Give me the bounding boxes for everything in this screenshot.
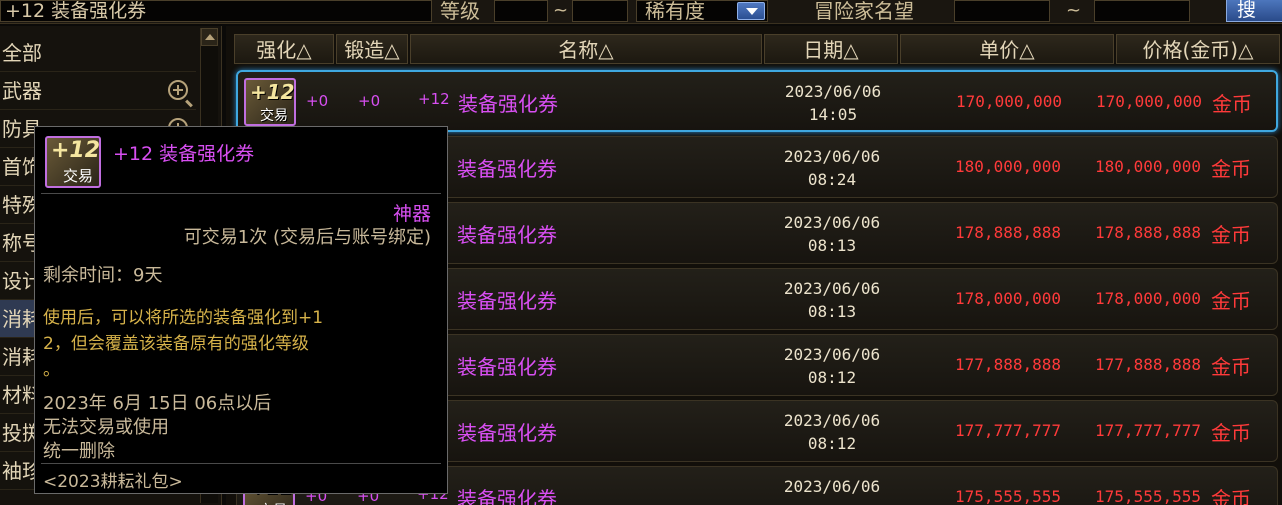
row-unit-price: 177,888,888	[955, 355, 1061, 374]
row-date-day: 2023/06/06	[783, 279, 881, 298]
rarity-dropdown[interactable]: 稀有度	[636, 0, 768, 22]
level-max-input[interactable]	[572, 0, 628, 22]
table-row[interactable]: +12 交易 +0 +0 +12 装备强化券 2023/06/06 14:05 17…	[236, 70, 1278, 132]
category-weapon[interactable]: 武器	[0, 72, 196, 110]
tooltip-source: <2023耕耘礼包>	[43, 472, 183, 492]
row-date: 2023/06/06 08:12	[765, 343, 899, 389]
row-currency: 金币	[1211, 421, 1251, 445]
row-price: 177,777,777	[1095, 421, 1201, 440]
row-date-time: 08:12	[807, 434, 857, 453]
tooltip-rarity: 神器	[392, 203, 431, 225]
row-date: 2023/06/06 08:13	[765, 277, 899, 323]
row-currency: 金币	[1211, 355, 1251, 379]
zoom-in-icon[interactable]	[168, 80, 193, 108]
row-name: 装备强化券	[457, 421, 557, 445]
row-date-time: 08:13	[807, 236, 857, 255]
tooltip-expire-line: 统一删除	[43, 441, 115, 462]
row-date: 2023/06/06 08:24	[765, 145, 899, 191]
row-date-time: 14:05	[808, 105, 858, 124]
row-price: 170,000,000	[1096, 92, 1202, 111]
tooltip-description-line: 。	[43, 360, 60, 380]
icon-trade-label: 交易	[259, 500, 287, 505]
header-date[interactable]: 日期△	[764, 34, 898, 64]
header-enhance[interactable]: 强化△	[234, 34, 334, 64]
fame-min-input[interactable]	[954, 0, 1050, 22]
row-date-day: 2023/06/06	[783, 477, 881, 496]
icon-number: +12	[250, 80, 295, 104]
tooltip-expire-line: 无法交易或使用	[43, 417, 169, 438]
row-enhance: +0	[306, 92, 329, 110]
row-currency: 金币	[1211, 289, 1251, 313]
row-currency: 金币	[1211, 223, 1251, 247]
enhancement-ticket-icon: +12 交易	[244, 78, 296, 126]
tooltip-divider	[41, 463, 441, 464]
tooltip-description-line: 2，但会覆盖该装备原有的强化等级	[43, 334, 309, 354]
fame-max-input[interactable]	[1094, 0, 1190, 22]
tooltip-trade-info: 可交易1次 (交易后与账号绑定)	[183, 227, 431, 248]
row-unit-price: 178,888,888	[955, 223, 1061, 242]
row-date: 2023/06/06 14:05	[766, 80, 900, 126]
row-price: 178,000,000	[1095, 289, 1201, 308]
row-name: 装备强化券	[457, 487, 557, 505]
item-tooltip: +12 交易 +12 装备强化券 神器 可交易1次 (交易后与账号绑定) 剩余时间…	[34, 126, 448, 494]
row-date-day: 2023/06/06	[783, 411, 881, 430]
row-price: 178,888,888	[1095, 223, 1201, 242]
row-unit-price: 170,000,000	[956, 92, 1062, 111]
scroll-up-icon[interactable]	[201, 28, 218, 46]
row-currency: 金币	[1211, 487, 1251, 505]
row-name: 装备强化券	[457, 289, 557, 313]
row-date-day: 2023/06/06	[783, 345, 881, 364]
fame-range-tilde: ~	[1066, 0, 1082, 21]
table-header: 强化△ 锻造△ 名称△ 日期△ 单价△ 价格(金币)△	[234, 34, 1280, 64]
row-unit-price: 180,000,000	[955, 157, 1061, 176]
rarity-label: 稀有度	[645, 0, 705, 23]
row-name: 装备强化券	[458, 92, 558, 116]
search-button[interactable]: 搜	[1226, 0, 1282, 22]
row-currency: 金币	[1211, 157, 1251, 181]
tooltip-remaining-time: 剩余时间：9天	[43, 265, 163, 286]
row-name: 装备强化券	[457, 157, 557, 181]
tooltip-description-line: 使用后，可以将所选的装备强化到+1	[43, 308, 324, 328]
row-unit-price: 175,555,555	[955, 487, 1061, 505]
row-date-time: 08:12	[807, 368, 857, 387]
enhancement-ticket-icon: +12 交易	[45, 136, 101, 188]
row-name: 装备强化券	[457, 223, 557, 247]
header-price[interactable]: 价格(金币)△	[1116, 34, 1280, 64]
chevron-down-icon[interactable]	[737, 2, 765, 20]
row-date: 2023/06/06 08:13	[765, 211, 899, 257]
icon-number: +12	[51, 138, 101, 163]
row-date: 2023/06/06 08:12	[765, 409, 899, 455]
row-prefix: +12	[418, 90, 450, 108]
level-label: 等级	[440, 0, 480, 23]
header-unit-price[interactable]: 单价△	[900, 34, 1114, 64]
tooltip-divider	[41, 193, 441, 194]
row-currency: 金币	[1212, 92, 1252, 116]
tooltip-expire-line: 2023年 6月 15日 06点以后	[43, 393, 272, 414]
row-name: 装备强化券	[457, 355, 557, 379]
row-price: 180,000,000	[1095, 157, 1201, 176]
row-date-day: 2023/06/06	[784, 82, 882, 101]
level-min-input[interactable]	[494, 0, 548, 22]
header-name[interactable]: 名称△	[410, 34, 762, 64]
row-forge: +0	[358, 92, 381, 110]
icon-trade-label: 交易	[63, 167, 94, 185]
adventurer-fame-label: 冒险家名望	[814, 0, 914, 23]
item-search-input[interactable]: +12 装备强化券	[0, 0, 432, 22]
row-date-time: 08:13	[807, 302, 857, 321]
row-date-time: 08:24	[807, 170, 857, 189]
row-date-day: 2023/06/06	[783, 147, 881, 166]
row-price: 175,555,555	[1095, 487, 1201, 505]
category-all[interactable]: 全部	[0, 34, 196, 72]
row-unit-price: 177,777,777	[955, 421, 1061, 440]
filter-bar: +12 装备强化券 等级 ~ 稀有度 冒险家名望 ~ 搜	[0, 0, 1282, 24]
tooltip-title: +12 装备强化券	[113, 143, 255, 165]
row-price: 177,888,888	[1095, 355, 1201, 374]
header-forge[interactable]: 锻造△	[336, 34, 408, 64]
row-unit-price: 178,000,000	[955, 289, 1061, 308]
row-date-day: 2023/06/06	[783, 213, 881, 232]
category-label: 武器	[2, 79, 42, 103]
icon-trade-label: 交易	[260, 108, 288, 124]
level-range-tilde: ~	[553, 0, 569, 21]
row-date: 2023/06/06	[765, 475, 899, 498]
